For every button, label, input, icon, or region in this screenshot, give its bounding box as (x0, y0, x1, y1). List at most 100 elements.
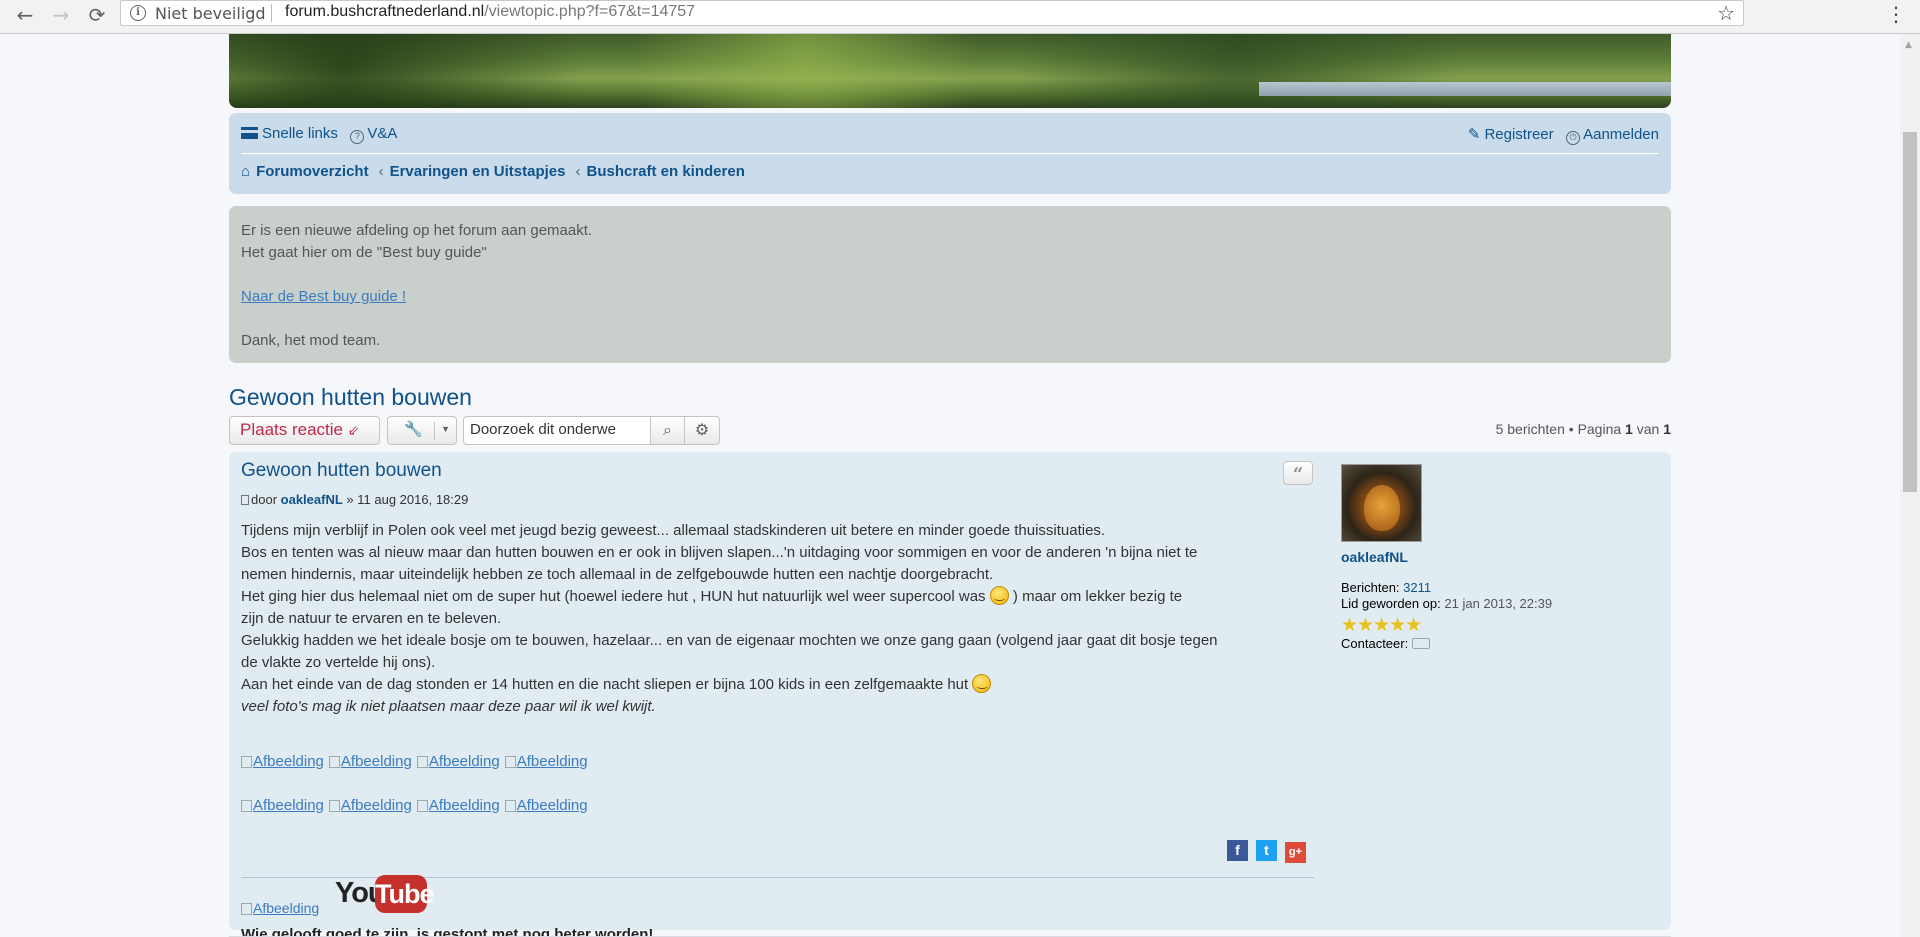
quote-button[interactable]: “ (1283, 461, 1313, 485)
browser-toolbar: ← → ⟳ i Niet beveiligd forum.bushcraftne… (0, 0, 1920, 34)
reload-icon[interactable]: ⟳ (82, 2, 112, 30)
profile-username[interactable]: oakleafNL (1341, 549, 1408, 565)
url-text[interactable]: forum.bushcraftnederland.nl/viewtopic.ph… (285, 3, 695, 21)
back-icon[interactable]: ← (10, 2, 40, 30)
facebook-icon[interactable]: f (1227, 840, 1248, 861)
image-link[interactable]: Afbeelding (504, 797, 588, 814)
post: Gewoon hutten bouwen door oakleafNL » 11… (229, 452, 1671, 937)
total-pages: 1 (1663, 421, 1671, 437)
chevron-down-icon: ▼ (441, 424, 450, 434)
grin-icon (972, 674, 992, 693)
quick-links-button[interactable]: Snelle links (241, 125, 338, 142)
register-link[interactable]: ✎ Registreer (1468, 125, 1554, 143)
join-date: 21 jan 2013, 22:39 (1444, 596, 1553, 611)
image-link[interactable]: Afbeelding (241, 753, 324, 770)
post-line: Aan het einde van de dag stonden er 14 h… (241, 674, 1321, 696)
question-icon: ? (350, 130, 365, 144)
post-line: Gelukkig hadden we het ideale bosje om t… (241, 632, 1218, 649)
nav-links: Snelle links ? V&A (241, 125, 405, 145)
topic-tools-button[interactable]: 🔧 ▼ (387, 416, 457, 445)
post-author[interactable]: oakleafNL (281, 492, 343, 507)
broken-image-icon (504, 756, 516, 768)
post-reply-button[interactable]: Plaats reactie ⇙ (229, 416, 380, 445)
chat-icon[interactable] (1412, 638, 1431, 649)
wrench-icon: 🔧 (404, 421, 423, 438)
broken-image-icon (241, 903, 252, 915)
broken-image-icon (328, 800, 340, 812)
image-link[interactable]: Afbeelding (416, 797, 500, 814)
post-meta: door oakleafNL » 11 aug 2016, 18:29 (241, 492, 468, 507)
current-page: 1 (1625, 421, 1633, 437)
scroll-thumb[interactable] (1903, 132, 1917, 492)
post-line: de vlakte zo vertelde hij ons). (241, 654, 436, 671)
post-line: nemen hindernis, maar uiteindelijk hebbe… (241, 566, 994, 583)
menu-icon[interactable]: ⋮ (1886, 2, 1906, 26)
rank-stars: ★★★★★ (1341, 615, 1422, 636)
post-content: Tijdens mijn verblijf in Polen ook veel … (241, 520, 1321, 718)
action-bar: Plaats reactie ⇙ 🔧 ▼ Doorzoek dit onderw… (229, 416, 1671, 446)
broken-image-icon (416, 756, 428, 768)
security-label: Niet beveiligd (155, 4, 266, 23)
forward-icon[interactable]: → (46, 2, 76, 30)
scroll-up-icon[interactable]: ▲ (1905, 40, 1912, 50)
oak-leaf-icon (1364, 485, 1400, 531)
post-date: » 11 aug 2016, 18:29 (346, 492, 469, 507)
post-line: Het ging hier dus helemaal niet om de su… (241, 586, 1321, 608)
twitter-icon[interactable]: t (1256, 840, 1277, 861)
pagination: 5 berichten • Pagina 1 van 1 (1495, 421, 1671, 437)
announcement-box: Er is een nieuwe afdeling op het forum a… (229, 206, 1671, 363)
breadcrumb: ⌂ Forumoverzicht ‹ Ervaringen en Uitstapjes… (241, 163, 751, 180)
image-link[interactable]: Afbeelding (416, 753, 500, 770)
notice-line-2: Het gaat hier om de "Best buy guide" (241, 244, 487, 261)
post-line: Bos en tenten was al nieuw maar dan hutt… (241, 544, 1198, 561)
banner-trees (229, 34, 1671, 108)
faq-link[interactable]: ? V&A (350, 125, 397, 144)
home-icon: ⌂ (241, 163, 251, 180)
share-buttons: f t g+ (1227, 840, 1314, 863)
profile-stats: Berichten: 3211 Lid geworden op: 21 jan … (1341, 580, 1553, 611)
navbar: Snelle links ? V&A ✎ Registreer ⏻ Aanmelden… (229, 113, 1671, 194)
image-row: Afbeelding Afbeelding Afbeelding Afbeelding (241, 797, 593, 819)
image-row: Afbeelding Afbeelding Afbeelding Afbeelding (241, 753, 593, 775)
login-link[interactable]: ⏻ Aanmelden (1566, 126, 1659, 145)
url-separator (271, 4, 272, 22)
page-scrollbar[interactable]: ▲ (1900, 34, 1920, 937)
hamburger-icon (241, 127, 258, 139)
pencil-check-icon: ✎ (1467, 126, 1481, 143)
youtube-logo[interactable]: You Tube (335, 875, 435, 915)
search-input[interactable]: Doorzoek dit onderwe (463, 416, 651, 445)
page-title[interactable]: Gewoon hutten bouwen (229, 384, 472, 411)
post-count[interactable]: 3211 (1403, 580, 1431, 595)
address-bar[interactable]: i Niet beveiligd forum.bushcraftnederlan… (120, 0, 1744, 26)
breadcrumb-forum-index[interactable]: Forumoverzicht (256, 163, 369, 180)
notice-signoff: Dank, het mod team. (241, 332, 381, 349)
image-link[interactable]: Afbeelding (504, 753, 588, 770)
search-icon[interactable]: ⌕ (650, 416, 685, 445)
post-title[interactable]: Gewoon hutten bouwen (241, 460, 442, 482)
broken-image-icon (504, 800, 516, 812)
breadcrumb-separator: ‹ (378, 163, 384, 180)
broken-image-icon (328, 756, 340, 768)
star-icon[interactable]: ☆ (1717, 1, 1735, 25)
nav-divider (241, 153, 1659, 154)
best-buy-guide-link[interactable]: Naar de Best buy guide ! (241, 288, 406, 305)
gear-icon[interactable]: ⚙ (684, 416, 720, 445)
broken-image-icon (241, 756, 252, 768)
breadcrumb-bushcraft-kids[interactable]: Bushcraft en kinderen (586, 163, 744, 180)
banner-lake (1259, 82, 1671, 96)
contact-row: Contacteer: (1341, 636, 1431, 651)
post-icon[interactable] (241, 495, 249, 505)
google-plus-icon[interactable]: g+ (1285, 842, 1306, 863)
smiley-icon (989, 586, 1009, 605)
breadcrumb-experiences[interactable]: Ervaringen en Uitstapjes (390, 163, 566, 180)
reply-arrow-icon: ⇙ (347, 422, 360, 438)
image-link[interactable]: Afbeelding (241, 797, 324, 814)
signature-image: Afbeelding (241, 900, 319, 916)
avatar[interactable] (1341, 464, 1422, 542)
broken-image-icon (241, 800, 252, 812)
image-link[interactable]: Afbeelding (328, 797, 412, 814)
image-link[interactable]: Afbeelding (328, 753, 412, 770)
notice-line-1: Er is een nieuwe afdeling op het forum a… (241, 222, 593, 239)
info-icon[interactable]: i (130, 5, 146, 21)
signature-image-link[interactable]: Afbeelding (241, 900, 319, 916)
